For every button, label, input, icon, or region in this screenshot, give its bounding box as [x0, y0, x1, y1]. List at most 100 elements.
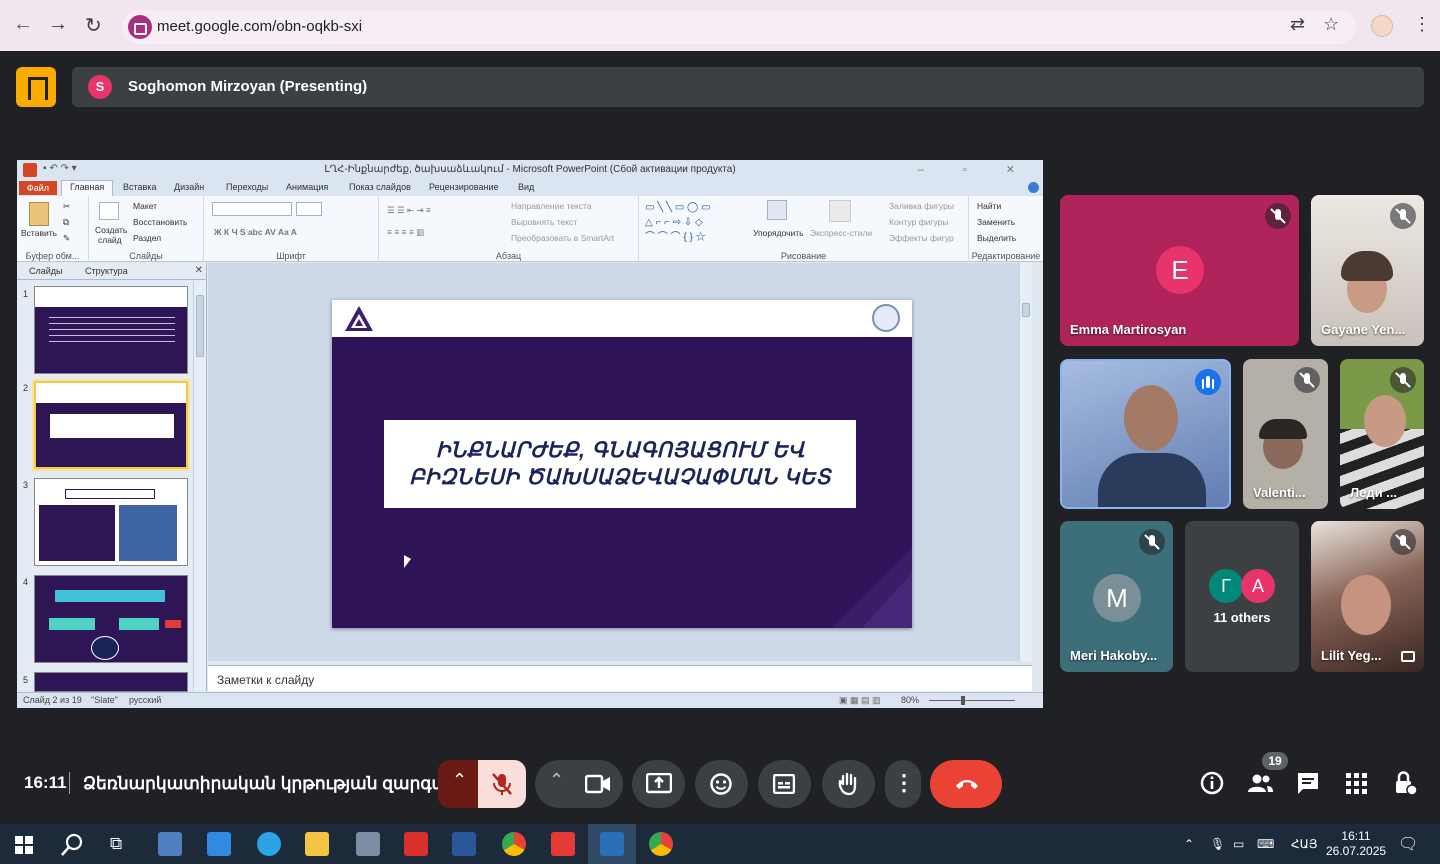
paste-button[interactable]: Вставить — [21, 228, 57, 238]
tab-design[interactable]: Дизайн — [174, 182, 204, 192]
list-buttons-icon[interactable]: ☰ ☰ ⇤ ⇥ ≡ — [387, 205, 431, 216]
new-slide-button-line2[interactable]: слайд — [98, 235, 122, 245]
slide-thumbnail[interactable] — [34, 575, 188, 663]
participant-tile[interactable]: E Emma Martirosyan — [1060, 195, 1299, 346]
system-clock[interactable]: 16:11 26.07.2025 — [1326, 829, 1386, 859]
stage-scrollbar[interactable] — [1019, 263, 1032, 661]
shape-effects-button[interactable]: Эффекты фигур — [889, 233, 954, 243]
help-icon[interactable] — [1028, 182, 1039, 193]
slide-title-box[interactable]: ԻՆՔՆԱՐԺԵՔ, ԳՆԱԳՈՅԱՑՈՒՄ ԵՎ ԲԻԶՆԵՍԻ ԾԱԽՍԱՁ… — [384, 420, 856, 508]
cut-icon[interactable]: ✂ — [63, 201, 70, 212]
chevron-up-icon[interactable]: ⌃ — [549, 770, 564, 791]
task-view-icon[interactable]: ⧉ — [110, 834, 122, 854]
quick-styles-button[interactable]: Экспресс-стили — [810, 228, 872, 238]
participant-tile[interactable]: Gayane Yen... — [1311, 195, 1424, 346]
font-size-input[interactable] — [296, 202, 322, 216]
word-icon[interactable] — [452, 832, 476, 856]
stage-scroll-thumb[interactable] — [1022, 303, 1030, 317]
picture-in-picture-icon[interactable] — [1401, 651, 1415, 662]
mic-toggle-button[interactable] — [478, 760, 526, 808]
participant-tile[interactable]: Valenti... — [1243, 359, 1328, 509]
captions-button[interactable] — [758, 760, 811, 808]
more-options-button[interactable]: ⋮ — [885, 760, 921, 808]
forward-icon[interactable]: → — [48, 13, 68, 36]
browser-menu-icon[interactable]: ⋮ — [1413, 14, 1431, 35]
zoom-slider-thumb[interactable] — [961, 696, 965, 705]
participant-tile-speaking[interactable] — [1060, 359, 1231, 509]
tab-slideshow[interactable]: Показ слайдов — [349, 182, 411, 192]
notifications-icon[interactable]: 🗨 — [1398, 834, 1418, 854]
raise-hand-button[interactable] — [822, 760, 875, 808]
reset-button[interactable]: Восстановить — [133, 217, 187, 227]
tray-chevron-up-icon[interactable]: ⌃ — [1184, 837, 1194, 851]
language-indicator[interactable]: ՀԱՅ — [1291, 837, 1318, 851]
host-controls-icon[interactable] — [1392, 770, 1418, 796]
zoom-slider[interactable] — [929, 700, 1015, 701]
view-buttons-icon[interactable]: ▣ ▦ ▤ ▥ — [839, 695, 881, 706]
network-computer-icon[interactable] — [158, 832, 182, 856]
arrange-button[interactable]: Упорядочить — [753, 228, 804, 238]
search-icon[interactable] — [60, 833, 84, 857]
notes-placeholder[interactable]: Заметки к слайду — [217, 673, 314, 687]
tab-transitions[interactable]: Переходы — [226, 182, 268, 192]
tab-review[interactable]: Рецензирование — [429, 182, 499, 192]
participant-tile[interactable]: M Meri Hakoby... — [1060, 521, 1173, 672]
chat-icon[interactable] — [1295, 770, 1321, 796]
profile-avatar[interactable] — [1371, 15, 1393, 37]
tab-view[interactable]: Вид — [518, 182, 534, 192]
slide-thumbnail[interactable] — [34, 286, 188, 374]
shape-fill-button[interactable]: Заливка фигуры — [889, 201, 954, 211]
copy-icon[interactable]: ⧉ — [63, 217, 69, 228]
pane-tab-outline[interactable]: Структура — [85, 266, 128, 276]
translate-icon[interactable]: ⇄ — [1290, 14, 1305, 35]
align-text-button[interactable]: Выровнять текст — [511, 217, 577, 227]
select-button[interactable]: Выделить — [977, 233, 1016, 243]
section-button[interactable]: Раздел — [133, 233, 161, 243]
slide-thumbnail-selected[interactable] — [34, 381, 188, 469]
slides-scrollbar[interactable] — [193, 281, 206, 691]
address-bar[interactable]: meet.google.com/obn-oqkb-sxi — [122, 10, 1356, 44]
font-name-input[interactable] — [212, 202, 292, 216]
tab-home[interactable]: Главная — [61, 180, 114, 196]
anydesk-icon[interactable] — [551, 832, 575, 856]
back-icon[interactable]: ← — [13, 13, 33, 36]
slide-thumbnail[interactable] — [34, 672, 188, 692]
acrobat-icon[interactable] — [404, 832, 428, 856]
others-tile[interactable]: Г A 11 others — [1185, 521, 1299, 672]
new-slide-button[interactable]: Создать — [95, 225, 127, 235]
format-painter-icon[interactable]: ✎ — [63, 233, 70, 244]
shape-outline-button[interactable]: Контур фигуры — [889, 217, 948, 227]
calculator-icon[interactable] — [356, 832, 380, 856]
camera-icon[interactable] — [585, 774, 611, 794]
people-icon[interactable] — [1247, 770, 1273, 796]
meeting-details-icon[interactable] — [1199, 770, 1225, 796]
slide-thumbnail[interactable] — [34, 478, 188, 566]
quick-styles-icon[interactable] — [829, 200, 851, 222]
reload-icon[interactable]: ↻ — [85, 13, 102, 38]
layout-button[interactable]: Макет — [133, 201, 157, 211]
bookmark-star-icon[interactable]: ☆ — [1323, 14, 1339, 35]
network-tray-icon[interactable]: ▭ — [1233, 837, 1244, 851]
snipping-tool-icon[interactable] — [600, 832, 624, 856]
participant-tile[interactable]: Lilit Yeg... — [1311, 521, 1424, 672]
keyboard-tray-icon[interactable]: ⌨ — [1257, 837, 1274, 851]
pane-tab-slides[interactable]: Слайды — [29, 266, 63, 276]
file-explorer-icon[interactable] — [305, 832, 329, 856]
arrange-icon[interactable] — [767, 200, 787, 220]
text-direction-button[interactable]: Направление текста — [511, 201, 592, 211]
tab-file[interactable]: Файл — [19, 181, 57, 195]
store-icon[interactable] — [207, 832, 231, 856]
notes-pane[interactable]: Заметки к слайду — [208, 665, 1032, 691]
chrome-icon[interactable] — [502, 832, 526, 856]
emoji-button[interactable] — [695, 760, 748, 808]
font-style-buttons-icon[interactable]: Ж К Ч S abc AV Aa A — [214, 227, 297, 237]
activities-icon[interactable] — [1343, 770, 1369, 796]
microphone-tray-icon[interactable]: 🎙 — [1210, 837, 1225, 851]
paste-icon[interactable] — [29, 202, 49, 226]
close-pane-icon[interactable]: ✕ — [195, 265, 203, 276]
slides-scroll-thumb[interactable] — [196, 295, 204, 357]
align-buttons-icon[interactable]: ≡ ≡ ≡ ≡ ▥ — [387, 227, 424, 238]
url-text[interactable]: meet.google.com/obn-oqkb-sxi — [157, 18, 362, 35]
find-button[interactable]: Найти — [977, 201, 1001, 211]
new-slide-icon[interactable] — [99, 202, 119, 220]
